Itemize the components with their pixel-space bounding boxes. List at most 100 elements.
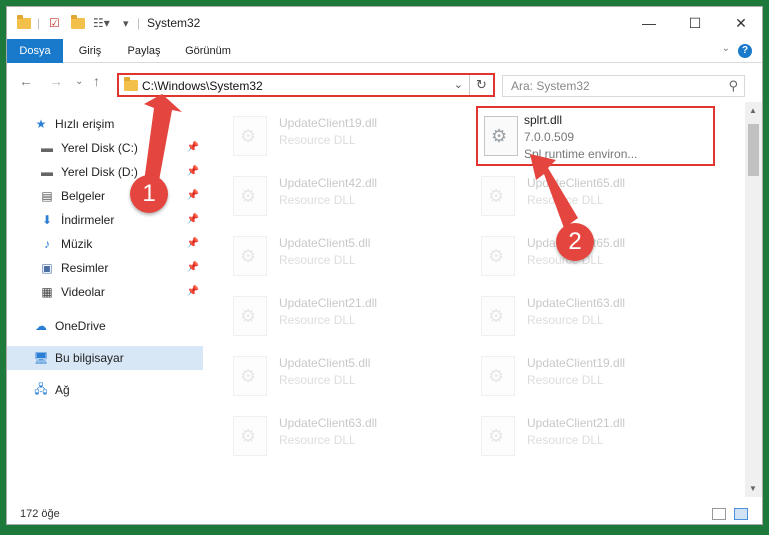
chevron-down-icon[interactable]: ⌄: [722, 43, 730, 54]
dll-file-icon: [484, 116, 518, 156]
scrollbar-thumb[interactable]: [748, 124, 759, 176]
pin-icon[interactable]: 📌: [187, 166, 199, 177]
sidebar-item-label: Hızlı erişim: [55, 117, 115, 131]
window-title: System32: [147, 16, 201, 30]
network-icon: 🖧: [34, 381, 48, 396]
file-item[interactable]: UpdateClient5.dll Resource DLL: [233, 230, 473, 288]
sidebar-item-downloads[interactable]: ⬇ İndirmeler 📌: [7, 208, 203, 232]
pin-icon[interactable]: 📌: [187, 238, 199, 249]
file-name: UpdateClient42.dll: [279, 176, 378, 190]
computer-icon: 🖥: [33, 351, 49, 365]
dll-file-icon: [481, 356, 515, 396]
search-input[interactable]: Ara: System32 ⚲: [502, 75, 745, 97]
details-view-icon[interactable]: [712, 508, 726, 520]
file-item[interactable]: UpdateClient42.dll Resource DLL: [233, 170, 473, 228]
item-count: 172 öğe: [20, 508, 60, 520]
maximize-button[interactable]: ☐: [672, 7, 718, 39]
ribbon-tabs: Dosya Giriş Paylaş Görünüm ⌄ ?: [7, 39, 762, 63]
scroll-up-icon[interactable]: ▲: [749, 106, 757, 115]
qa-dropdown-icon[interactable]: ▾: [123, 15, 129, 31]
sidebar-item-this-pc[interactable]: 🖥 Bu bilgisayar: [7, 346, 203, 370]
pin-icon[interactable]: 📌: [187, 262, 199, 273]
file-name: splrt.dll: [524, 113, 563, 127]
music-icon: ♪: [44, 237, 50, 251]
dll-file-icon: [481, 296, 515, 336]
back-arrow-icon[interactable]: ←: [19, 73, 33, 89]
up-arrow-icon[interactable]: ↑: [93, 73, 100, 89]
sidebar-item-label: İndirmeler: [61, 213, 115, 227]
navigation-bar: ← → ⌄ ↑ C:\Windows\System32 ⌄ ↻ Ara: Sys…: [7, 64, 762, 102]
sidebar-item-label: Resimler: [61, 261, 109, 275]
tab-paylas[interactable]: Paylaş: [119, 39, 169, 63]
download-icon: ⬇: [41, 213, 53, 227]
sidebar-item-documents[interactable]: ▤ Belgeler 📌: [7, 184, 203, 208]
dll-file-icon: [233, 356, 267, 396]
forward-arrow-icon[interactable]: →: [49, 73, 63, 89]
tab-gorunum[interactable]: Görünüm: [179, 39, 237, 63]
tab-giris[interactable]: Giriş: [67, 39, 113, 63]
file-item[interactable]: UpdateClient63.dll Resource DLL: [233, 410, 473, 468]
file-name: UpdateClient63.dll: [527, 296, 626, 310]
file-item[interactable]: UpdateClient19.dll Resource DLL: [233, 110, 473, 168]
address-bar[interactable]: C:\Windows\System32 ⌄ ↻: [117, 73, 495, 97]
pin-icon[interactable]: 📌: [187, 286, 199, 297]
dll-file-icon: [233, 416, 267, 456]
file-name: UpdateClient5.dll: [279, 356, 371, 370]
dll-file-icon: [481, 176, 515, 216]
drive-icon: ▬: [41, 165, 53, 179]
file-item[interactable]: UpdateClient63.dll Resource DLL: [481, 290, 721, 348]
dll-file-icon: [481, 236, 515, 276]
separator: |: [137, 16, 141, 30]
file-item[interactable]: UpdateClient65.dll Resource DLL: [481, 170, 721, 228]
scroll-down-icon[interactable]: ▼: [749, 484, 757, 493]
help-icon[interactable]: ?: [738, 44, 752, 58]
status-bar: 172 öğe: [7, 503, 762, 524]
sidebar-item-videos[interactable]: ▦ Videolar 📌: [7, 280, 203, 304]
sidebar-item-label: Yerel Disk (C:): [61, 141, 138, 155]
address-path: C:\Windows\System32: [142, 79, 263, 93]
close-button[interactable]: ✕: [718, 7, 762, 39]
file-type: Resource DLL: [279, 133, 356, 147]
tab-dosya[interactable]: Dosya: [7, 39, 63, 63]
pictures-icon: ▣: [41, 261, 53, 275]
dll-file-icon: [233, 236, 267, 276]
star-icon: ★: [35, 117, 47, 131]
dll-file-icon: [481, 416, 515, 456]
customize-qa-icon[interactable]: ☷▾: [93, 15, 110, 31]
file-list: UpdateClient19.dll Resource DLL splrt.dl…: [209, 102, 742, 497]
tiles-view-icon[interactable]: [734, 508, 748, 520]
folder-icon[interactable]: [17, 14, 31, 31]
pin-icon[interactable]: 📌: [187, 190, 199, 201]
properties-icon[interactable]: ☑: [49, 15, 60, 31]
refresh-icon[interactable]: ↻: [469, 75, 493, 95]
pin-icon[interactable]: 📌: [187, 214, 199, 225]
recent-locations-icon[interactable]: ⌄: [75, 76, 83, 87]
sidebar-item-label: OneDrive: [55, 319, 106, 333]
file-item[interactable]: UpdateClient5.dll Resource DLL: [233, 350, 473, 408]
explorer-window: | ☑ ☷▾ ▾ | System32 — ☐ ✕ Dosya Giriş Pa…: [6, 6, 763, 525]
file-name: UpdateClient19.dll: [527, 356, 626, 370]
file-item[interactable]: UpdateClient65.dll Resource DLL: [481, 230, 721, 288]
search-placeholder: Ara: System32: [511, 79, 590, 93]
sidebar-item-quick-access[interactable]: ★ Hızlı erişim: [7, 112, 203, 136]
cloud-icon: ☁: [35, 319, 47, 333]
sidebar-item-onedrive[interactable]: ☁ OneDrive: [7, 314, 203, 338]
file-item[interactable]: UpdateClient21.dll Resource DLL: [233, 290, 473, 348]
sidebar-item-disk-d[interactable]: ▬ Yerel Disk (D:) 📌: [7, 160, 203, 184]
file-item[interactable]: UpdateClient21.dll Resource DLL: [481, 410, 721, 468]
dll-file-icon: [233, 176, 267, 216]
file-item[interactable]: UpdateClient19.dll Resource DLL: [481, 350, 721, 408]
sidebar-item-pictures[interactable]: ▣ Resimler 📌: [7, 256, 203, 280]
sidebar-item-disk-c[interactable]: ▬ Yerel Disk (C:) 📌: [7, 136, 203, 160]
sidebar-item-music[interactable]: ♪ Müzik 📌: [7, 232, 203, 256]
pin-icon[interactable]: 📌: [187, 142, 199, 153]
file-item-splrt[interactable]: splrt.dll 7.0.0.509 Spl runtime environ.…: [476, 106, 715, 166]
callout-1: 1: [130, 175, 168, 213]
chevron-down-icon[interactable]: ⌄: [454, 78, 463, 91]
sidebar-item-label: Videolar: [61, 285, 105, 299]
minimize-button[interactable]: —: [626, 7, 672, 39]
file-type: Resource DLL: [527, 313, 604, 327]
sidebar-item-network[interactable]: 🖧 Ağ: [7, 378, 203, 402]
new-folder-icon[interactable]: [71, 14, 85, 31]
vertical-scrollbar[interactable]: ▲ ▼: [745, 102, 762, 497]
